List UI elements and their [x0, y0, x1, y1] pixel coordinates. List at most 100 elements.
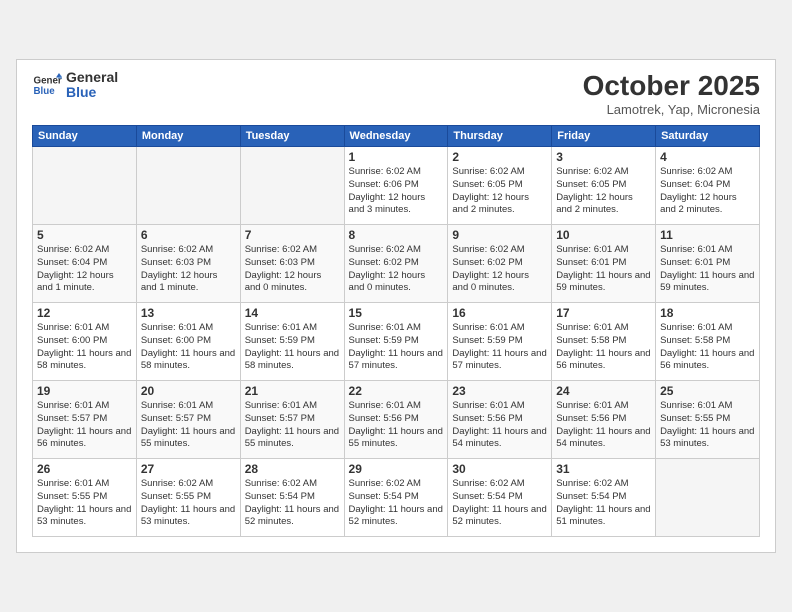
logo-icon: General Blue [32, 71, 62, 99]
day-number: 19 [37, 384, 132, 398]
calendar-header: General Blue General Blue October 2025 L… [32, 70, 760, 117]
day-number: 14 [245, 306, 340, 320]
day-number: 1 [349, 150, 444, 164]
day-cell: 3 Sunrise: 6:02 AMSunset: 6:05 PMDaylight… [552, 147, 656, 225]
week-row-0: 1 Sunrise: 6:02 AMSunset: 6:06 PMDaylight… [33, 147, 760, 225]
day-cell [33, 147, 137, 225]
title-block: October 2025 Lamotrek, Yap, Micronesia [583, 70, 760, 117]
day-cell: 1 Sunrise: 6:02 AMSunset: 6:06 PMDaylight… [344, 147, 448, 225]
day-info: Sunrise: 6:02 AMSunset: 6:04 PMDaylight:… [37, 244, 132, 295]
day-number: 15 [349, 306, 444, 320]
day-number: 13 [141, 306, 236, 320]
day-cell: 7 Sunrise: 6:02 AMSunset: 6:03 PMDaylight… [240, 225, 344, 303]
day-number: 6 [141, 228, 236, 242]
day-cell: 2 Sunrise: 6:02 AMSunset: 6:05 PMDaylight… [448, 147, 552, 225]
day-info: Sunrise: 6:02 AMSunset: 5:54 PMDaylight:… [245, 478, 340, 529]
weekday-header-friday: Friday [552, 126, 656, 147]
day-cell: 20 Sunrise: 6:01 AMSunset: 5:57 PMDayligh… [136, 381, 240, 459]
weekday-header-wednesday: Wednesday [344, 126, 448, 147]
day-number: 10 [556, 228, 651, 242]
weekday-header-tuesday: Tuesday [240, 126, 344, 147]
day-info: Sunrise: 6:01 AMSunset: 6:01 PMDaylight:… [556, 244, 651, 295]
day-number: 20 [141, 384, 236, 398]
weekday-header-row: SundayMondayTuesdayWednesdayThursdayFrid… [33, 126, 760, 147]
day-number: 28 [245, 462, 340, 476]
weekday-header-sunday: Sunday [33, 126, 137, 147]
day-info: Sunrise: 6:02 AMSunset: 6:06 PMDaylight:… [349, 166, 444, 217]
day-number: 5 [37, 228, 132, 242]
day-info: Sunrise: 6:02 AMSunset: 5:54 PMDaylight:… [556, 478, 651, 529]
day-cell [656, 459, 760, 537]
logo-blue: Blue [66, 85, 118, 100]
day-info: Sunrise: 6:02 AMSunset: 6:03 PMDaylight:… [141, 244, 236, 295]
day-cell: 23Sunrise: 6:01 AMSunset: 5:56 PMDayligh… [448, 381, 552, 459]
day-number: 27 [141, 462, 236, 476]
day-cell: 4 Sunrise: 6:02 AMSunset: 6:04 PMDaylight… [656, 147, 760, 225]
day-info: Sunrise: 6:02 AMSunset: 6:05 PMDaylight:… [556, 166, 651, 217]
day-cell: 8 Sunrise: 6:02 AMSunset: 6:02 PMDaylight… [344, 225, 448, 303]
day-number: 8 [349, 228, 444, 242]
day-info: Sunrise: 6:01 AMSunset: 5:55 PMDaylight:… [37, 478, 132, 529]
day-info: Sunrise: 6:02 AMSunset: 6:05 PMDaylight:… [452, 166, 547, 217]
day-number: 4 [660, 150, 755, 164]
calendar-grid: SundayMondayTuesdayWednesdayThursdayFrid… [32, 125, 760, 537]
day-number: 18 [660, 306, 755, 320]
day-info: Sunrise: 6:02 AMSunset: 6:03 PMDaylight:… [245, 244, 340, 295]
day-info: Sunrise: 6:01 AMSunset: 5:57 PMDaylight:… [245, 400, 340, 451]
day-info: Sunrise: 6:01 AMSunset: 5:55 PMDaylight:… [660, 400, 755, 451]
day-cell: 25Sunrise: 6:01 AMSunset: 5:55 PMDayligh… [656, 381, 760, 459]
day-cell: 10 Sunrise: 6:01 AMSunset: 6:01 PMDayligh… [552, 225, 656, 303]
day-cell: 19Sunrise: 6:01 AMSunset: 5:57 PMDayligh… [33, 381, 137, 459]
day-number: 16 [452, 306, 547, 320]
day-number: 3 [556, 150, 651, 164]
day-info: Sunrise: 6:02 AMSunset: 5:54 PMDaylight:… [452, 478, 547, 529]
day-number: 17 [556, 306, 651, 320]
day-cell: 30Sunrise: 6:02 AMSunset: 5:54 PMDayligh… [448, 459, 552, 537]
day-info: Sunrise: 6:01 AMSunset: 5:59 PMDaylight:… [452, 322, 547, 373]
day-info: Sunrise: 6:01 AMSunset: 5:57 PMDaylight:… [141, 400, 236, 451]
svg-text:Blue: Blue [34, 86, 56, 97]
day-cell: 16 Sunrise: 6:01 AMSunset: 5:59 PMDayligh… [448, 303, 552, 381]
day-number: 29 [349, 462, 444, 476]
day-number: 26 [37, 462, 132, 476]
location: Lamotrek, Yap, Micronesia [583, 102, 760, 117]
logo: General Blue General Blue [32, 70, 118, 101]
day-info: Sunrise: 6:02 AMSunset: 6:02 PMDaylight:… [349, 244, 444, 295]
calendar-container: General Blue General Blue October 2025 L… [16, 59, 776, 553]
week-row-4: 26 Sunrise: 6:01 AMSunset: 5:55 PMDayligh… [33, 459, 760, 537]
day-cell: 26 Sunrise: 6:01 AMSunset: 5:55 PMDayligh… [33, 459, 137, 537]
day-number: 2 [452, 150, 547, 164]
week-row-2: 12 Sunrise: 6:01 AMSunset: 6:00 PMDayligh… [33, 303, 760, 381]
day-number: 24 [556, 384, 651, 398]
day-number: 11 [660, 228, 755, 242]
day-cell: 21 Sunrise: 6:01 AMSunset: 5:57 PMDayligh… [240, 381, 344, 459]
weekday-header-monday: Monday [136, 126, 240, 147]
day-cell: 11Sunrise: 6:01 AMSunset: 6:01 PMDayligh… [656, 225, 760, 303]
day-info: Sunrise: 6:01 AMSunset: 5:56 PMDaylight:… [349, 400, 444, 451]
day-number: 9 [452, 228, 547, 242]
day-info: Sunrise: 6:02 AMSunset: 6:04 PMDaylight:… [660, 166, 755, 217]
weekday-header-thursday: Thursday [448, 126, 552, 147]
day-info: Sunrise: 6:01 AMSunset: 5:56 PMDaylight:… [556, 400, 651, 451]
day-info: Sunrise: 6:01 AMSunset: 5:58 PMDaylight:… [556, 322, 651, 373]
day-info: Sunrise: 6:01 AMSunset: 5:59 PMDaylight:… [245, 322, 340, 373]
day-number: 12 [37, 306, 132, 320]
day-number: 7 [245, 228, 340, 242]
day-cell: 22Sunrise: 6:01 AMSunset: 5:56 PMDayligh… [344, 381, 448, 459]
month-title: October 2025 [583, 70, 760, 102]
day-number: 21 [245, 384, 340, 398]
day-cell: 13Sunrise: 6:01 AMSunset: 6:00 PMDayligh… [136, 303, 240, 381]
day-cell: 27 Sunrise: 6:02 AMSunset: 5:55 PMDayligh… [136, 459, 240, 537]
day-number: 23 [452, 384, 547, 398]
day-info: Sunrise: 6:01 AMSunset: 6:00 PMDaylight:… [37, 322, 132, 373]
day-cell: 18Sunrise: 6:01 AMSunset: 5:58 PMDayligh… [656, 303, 760, 381]
day-cell: 14 Sunrise: 6:01 AMSunset: 5:59 PMDayligh… [240, 303, 344, 381]
day-cell: 17 Sunrise: 6:01 AMSunset: 5:58 PMDayligh… [552, 303, 656, 381]
day-cell [136, 147, 240, 225]
day-cell [240, 147, 344, 225]
day-cell: 31Sunrise: 6:02 AMSunset: 5:54 PMDayligh… [552, 459, 656, 537]
day-info: Sunrise: 6:02 AMSunset: 5:55 PMDaylight:… [141, 478, 236, 529]
day-cell: 24 Sunrise: 6:01 AMSunset: 5:56 PMDayligh… [552, 381, 656, 459]
day-cell: 9Sunrise: 6:02 AMSunset: 6:02 PMDaylight… [448, 225, 552, 303]
day-cell: 12 Sunrise: 6:01 AMSunset: 6:00 PMDayligh… [33, 303, 137, 381]
